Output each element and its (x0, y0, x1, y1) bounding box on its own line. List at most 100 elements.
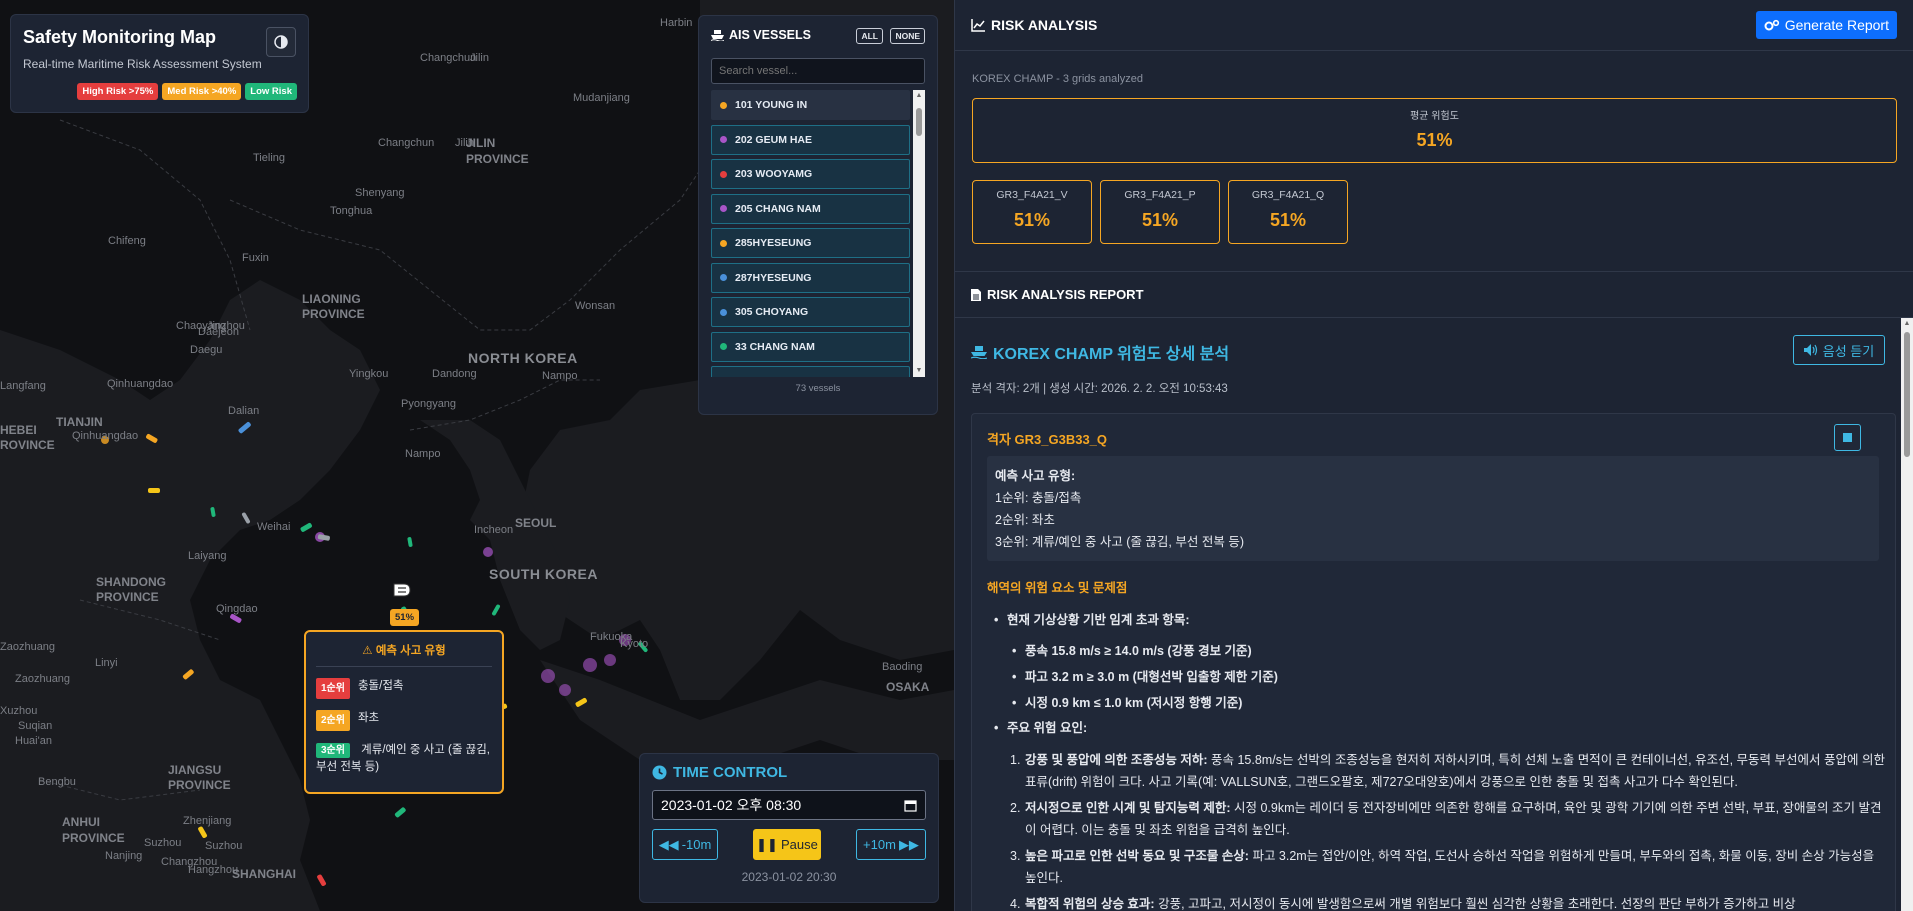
map-label-city: Zhenjiang (183, 815, 232, 827)
map-label-city: Nanjing (105, 850, 143, 862)
map-label-city: Nampo (542, 370, 578, 382)
hazard-sub-bullet: 파고 3.2 m ≥ 3.0 m (대형선박 입출항 제한 기준) (987, 666, 1887, 688)
map-label-shandong-province: PROVINCE (96, 590, 159, 604)
report-title: KOREX CHAMP 위험도 상세 분석 (971, 340, 1229, 364)
vessel-list-scrollbar[interactable]: ▲ ▼ (913, 90, 925, 377)
theme-toggle-button[interactable] (266, 27, 296, 57)
listen-voice-button[interactable]: 음성 듣기 (1793, 335, 1885, 365)
risk-analysis-title: RISK ANALYSIS (991, 17, 1098, 33)
rank-badge: 3순위 (316, 743, 350, 758)
document-icon (971, 288, 981, 301)
vessel-name: 202 GEUM HAE (735, 133, 813, 146)
scroll-up-arrow[interactable]: ▲ (1901, 318, 1913, 330)
map-label-jilin: JILIN (466, 136, 496, 150)
vessel-list[interactable]: 101 YOUNG IN 202 GEUM HAE 203 WOOYAMG 205 C… (711, 90, 925, 377)
prediction-line: 1순위: 충돌/접촉 (995, 491, 1082, 505)
map-label-city: Mudanjiang (573, 92, 630, 104)
vessel-list-item[interactable]: 305 CHOYANG (711, 297, 910, 327)
vessel-name: 203 WOOYAMG (735, 168, 813, 180)
prediction-heading: 예측 사고 유형: (995, 469, 1076, 483)
vessel-list-item[interactable]: 287HYESEUNG (711, 262, 910, 293)
vessel-list-item[interactable]: 205 CHANG NAM (711, 193, 910, 224)
title-panel: Safety Monitoring Map Real-time Maritime… (10, 14, 309, 113)
scrollbar-thumb[interactable] (1904, 332, 1910, 457)
grid-risk-card[interactable]: GR3_F4A21_Q 51% (1228, 180, 1348, 244)
datetime-input[interactable]: 2023-01-02 오후 08:30 (652, 790, 926, 820)
generate-report-button[interactable]: Generate Report (1755, 11, 1897, 39)
vessel-list-item[interactable]: 33 CHANG NAM (711, 331, 910, 362)
scroll-down-arrow[interactable]: ▼ (913, 365, 925, 377)
map-label-city: Incheon (474, 524, 514, 536)
vessel-color-dot (720, 170, 727, 178)
rewind-label: -10m (681, 837, 712, 852)
vessel-name: 287HYESEUNG (735, 271, 812, 284)
rank-label: 좌초 (357, 712, 380, 724)
factor-item: 3. 높은 파고로 인한 선박 동요 및 구조물 손상: 파고 3.2m는 접안/… (987, 845, 1887, 889)
rank-badge: 1순위 (316, 678, 350, 699)
grid-risk-card[interactable]: GR3_F4A21_V 51% (972, 180, 1092, 244)
vessel-search-input[interactable] (711, 58, 925, 84)
map-label-south-korea: SOUTH KOREA (489, 566, 598, 582)
clock-icon (652, 765, 667, 780)
map-label-city: Suzhou (205, 840, 243, 852)
map-label-city: Langfang (0, 380, 46, 392)
pause-label: Pause (780, 837, 818, 852)
map-label-city: Dalian (228, 405, 260, 417)
map-label-city: Zaozhuang (0, 641, 56, 653)
vessel-color-dot (720, 205, 727, 212)
forward-10m-button[interactable]: +10m ▶▶ (856, 829, 926, 860)
grid-analysis-box: 격자 GR3_G3B33_Q 예측 사고 유형: 1순위: 충돌/접촉 2순위:… (971, 413, 1896, 911)
listen-voice-label: 음성 듣기 (1822, 343, 1875, 359)
hazard-sub-bullet: 시정 0.9 km ≤ 1.0 km (저시정 항행 기준) (987, 692, 1887, 714)
map-label-city: Hangzhou (188, 864, 239, 876)
map-label-city: Dandong (432, 368, 477, 380)
vessel-list-item[interactable]: 33CHANG NAM (711, 366, 910, 377)
select-none-button[interactable]: NONE (890, 28, 925, 44)
cursor-icon (393, 583, 411, 597)
grid-risk-card[interactable]: GR3_F4A21_P 51% (1100, 180, 1220, 244)
vessel-color-dot (720, 274, 727, 281)
select-all-button[interactable]: ALL (856, 28, 883, 44)
divider (955, 271, 1913, 272)
vessel-color-dot (720, 343, 727, 350)
report-scrollbar[interactable]: ▲ (1901, 318, 1913, 911)
vessel-list-item[interactable]: 203 WOOYAMG (711, 159, 910, 189)
vessel-list-item[interactable]: 101 YOUNG IN (711, 90, 910, 120)
factor-number: 2. (1010, 801, 1021, 815)
report-content[interactable]: KOREX CHAMP 위험도 상세 분석 음성 듣기 분석 격자: 2개 | … (955, 318, 1913, 911)
map-label-city: Weihai (257, 521, 291, 533)
map-label-city: Tonghua (330, 205, 373, 217)
app-subtitle: Real-time Maritime Risk Assessment Syste… (23, 57, 262, 71)
calendar-icon[interactable] (904, 799, 917, 812)
map[interactable]: Harbin Changchun Jilin Mudanjiang Changc… (0, 0, 954, 911)
scrollbar-thumb[interactable] (916, 108, 922, 136)
map-label-city: Shenyang (355, 187, 405, 199)
pause-button[interactable]: ❚❚ Pause (753, 829, 821, 860)
map-label-osaka: OSAKA (886, 680, 930, 694)
vessel-count: 73 vessels (795, 383, 841, 394)
map-label-city: Suqian (18, 720, 53, 732)
grid-id: GR3_F4A21_P (1124, 189, 1196, 201)
gears-icon (1764, 19, 1779, 30)
rewind-10m-button[interactable]: ◀◀ -10m (652, 829, 718, 860)
map-label-city: Baoding (882, 661, 923, 673)
scroll-up-arrow[interactable]: ▲ (913, 90, 925, 102)
ship-icon (711, 30, 724, 41)
map-label-city: Harbin (660, 17, 693, 29)
vessel-list-item[interactable]: 202 GEUM HAE (711, 124, 910, 155)
rank-badge: 2순위 (316, 710, 350, 731)
average-risk-card: 평균 위험도 51% (972, 98, 1897, 163)
map-label-city: Bengbu (38, 776, 76, 788)
factor-heading: 높은 파고로 인한 선박 동요 및 구조물 손상: (1025, 849, 1249, 863)
hazard-body: 현재 기상상황 기반 임계 초과 항목: 풍속 15.8 m/s ≥ 14.0 … (987, 602, 1887, 911)
legend-med-risk: Med Risk >40% (162, 83, 242, 100)
map-label-city: Nampo (405, 448, 441, 460)
map-label-hebei: HEBEI (0, 423, 37, 437)
contrast-icon (274, 35, 288, 49)
vessel-name: 285HYESEUNG (735, 237, 812, 249)
vessel-list-item[interactable]: 285HYESEUNG (711, 228, 910, 258)
vessel-name: 305 CHOYANG (735, 306, 809, 318)
stop-button[interactable] (1834, 424, 1861, 451)
popup-rank-row: 1순위 충돌/접촉 (316, 678, 492, 699)
factor-item: 4. 복합적 위험의 상승 효과: 강풍, 고파고, 저시정이 동시에 발생함으로… (987, 893, 1887, 911)
